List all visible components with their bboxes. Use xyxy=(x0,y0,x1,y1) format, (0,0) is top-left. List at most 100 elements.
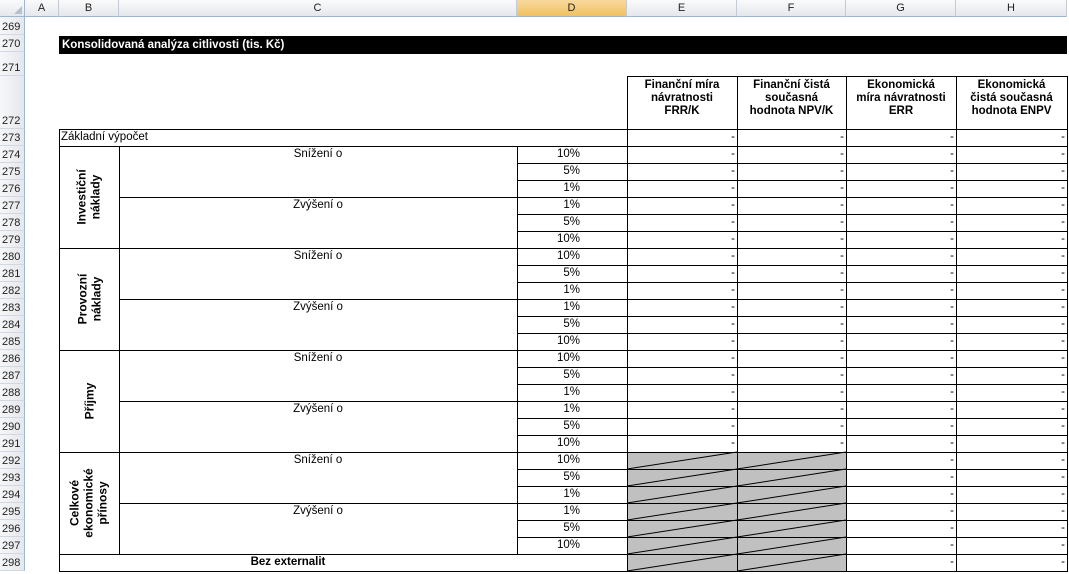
percent-cell[interactable]: 1% xyxy=(517,488,580,501)
percent-cell[interactable]: 10% xyxy=(517,437,580,450)
value-cell[interactable]: - xyxy=(956,403,1065,416)
value-cell[interactable]: - xyxy=(627,250,735,263)
value-cell[interactable]: - xyxy=(627,318,735,331)
value-cell[interactable]: - xyxy=(627,131,735,144)
value-cell[interactable]: - xyxy=(956,165,1065,178)
value-cell[interactable]: - xyxy=(846,352,954,365)
value-cell[interactable]: - xyxy=(846,284,954,297)
value-cell[interactable]: - xyxy=(737,216,844,229)
percent-cell[interactable]: 1% xyxy=(517,386,580,399)
value-cell[interactable]: - xyxy=(846,182,954,195)
percent-cell[interactable]: 5% xyxy=(517,267,580,280)
row-header-272[interactable]: 272 xyxy=(0,76,25,129)
value-cell[interactable]: - xyxy=(737,386,844,399)
value-cell[interactable]: - xyxy=(737,318,844,331)
value-cell[interactable]: - xyxy=(956,148,1065,161)
percent-cell[interactable]: 10% xyxy=(517,352,580,365)
row-header-296[interactable]: 296 xyxy=(0,520,25,537)
row-header-284[interactable]: 284 xyxy=(0,316,25,333)
percent-cell[interactable]: 5% xyxy=(517,420,580,433)
value-cell[interactable]: - xyxy=(737,233,844,246)
row-header-271[interactable]: 271 xyxy=(0,52,25,76)
percent-cell[interactable]: 10% xyxy=(517,148,580,161)
value-cell[interactable]: - xyxy=(627,369,735,382)
percent-cell[interactable]: 1% xyxy=(517,403,580,416)
column-header-g[interactable]: G xyxy=(846,0,956,17)
value-cell[interactable]: - xyxy=(846,369,954,382)
row-header-290[interactable]: 290 xyxy=(0,418,25,435)
value-cell[interactable]: - xyxy=(846,148,954,161)
value-cell[interactable]: - xyxy=(737,301,844,314)
row-header-298[interactable]: 298 xyxy=(0,554,25,571)
percent-cell[interactable]: 10% xyxy=(517,250,580,263)
value-cell[interactable]: - xyxy=(737,182,844,195)
value-cell[interactable]: - xyxy=(956,284,1065,297)
value-cell[interactable]: - xyxy=(956,539,1065,552)
row-header-292[interactable]: 292 xyxy=(0,452,25,469)
value-cell[interactable]: - xyxy=(846,420,954,433)
row-header-291[interactable]: 291 xyxy=(0,435,25,452)
percent-cell[interactable]: 5% xyxy=(517,216,580,229)
value-cell[interactable]: - xyxy=(737,437,844,450)
value-cell[interactable]: - xyxy=(846,488,954,501)
value-cell[interactable]: - xyxy=(846,522,954,535)
row-header-277[interactable]: 277 xyxy=(0,197,25,214)
percent-cell[interactable]: 1% xyxy=(517,284,580,297)
column-header-e[interactable]: E xyxy=(627,0,737,17)
row-header-273[interactable]: 273 xyxy=(0,129,25,146)
column-header-c[interactable]: C xyxy=(119,0,517,17)
percent-cell[interactable]: 5% xyxy=(517,369,580,382)
percent-cell[interactable]: 5% xyxy=(517,471,580,484)
value-cell[interactable]: - xyxy=(737,352,844,365)
value-cell[interactable]: - xyxy=(737,250,844,263)
percent-cell[interactable]: 1% xyxy=(517,182,580,195)
value-cell[interactable]: - xyxy=(627,233,735,246)
value-cell[interactable]: - xyxy=(956,352,1065,365)
percent-cell[interactable]: 10% xyxy=(517,454,580,467)
value-cell[interactable]: - xyxy=(737,403,844,416)
row-header-283[interactable]: 283 xyxy=(0,299,25,316)
row-header-276[interactable]: 276 xyxy=(0,180,25,197)
value-cell[interactable]: - xyxy=(956,267,1065,280)
value-cell[interactable]: - xyxy=(627,301,735,314)
value-cell[interactable]: - xyxy=(846,165,954,178)
value-cell[interactable]: - xyxy=(737,199,844,212)
row-header-297[interactable]: 297 xyxy=(0,537,25,554)
value-cell[interactable]: - xyxy=(737,165,844,178)
value-cell[interactable]: - xyxy=(956,471,1065,484)
value-cell[interactable]: - xyxy=(956,556,1065,569)
value-cell[interactable]: - xyxy=(737,284,844,297)
value-cell[interactable]: - xyxy=(627,165,735,178)
percent-cell[interactable]: 10% xyxy=(517,233,580,246)
value-cell[interactable]: - xyxy=(956,488,1065,501)
value-cell[interactable]: - xyxy=(627,199,735,212)
value-cell[interactable]: - xyxy=(737,369,844,382)
value-cell[interactable]: - xyxy=(846,216,954,229)
value-cell[interactable]: - xyxy=(956,386,1065,399)
value-cell[interactable]: - xyxy=(846,454,954,467)
value-cell[interactable]: - xyxy=(956,437,1065,450)
row-header-280[interactable]: 280 xyxy=(0,248,25,265)
row-header-269[interactable]: 269 xyxy=(0,17,25,35)
value-cell[interactable]: - xyxy=(627,148,735,161)
value-cell[interactable]: - xyxy=(846,505,954,518)
value-cell[interactable]: - xyxy=(956,420,1065,433)
value-cell[interactable]: - xyxy=(627,386,735,399)
value-cell[interactable]: - xyxy=(846,318,954,331)
value-cell[interactable]: - xyxy=(846,335,954,348)
row-header-287[interactable]: 287 xyxy=(0,367,25,384)
value-cell[interactable]: - xyxy=(846,403,954,416)
value-cell[interactable]: - xyxy=(956,250,1065,263)
value-cell[interactable]: - xyxy=(956,335,1065,348)
select-all-corner[interactable] xyxy=(0,0,25,17)
value-cell[interactable]: - xyxy=(846,199,954,212)
row-header-294[interactable]: 294 xyxy=(0,486,25,503)
percent-cell[interactable]: 5% xyxy=(517,318,580,331)
value-cell[interactable]: - xyxy=(956,233,1065,246)
row-header-281[interactable]: 281 xyxy=(0,265,25,282)
percent-cell[interactable]: 1% xyxy=(517,301,580,314)
value-cell[interactable]: - xyxy=(627,437,735,450)
percent-cell[interactable]: 1% xyxy=(517,199,580,212)
row-header-278[interactable]: 278 xyxy=(0,214,25,231)
row-header-279[interactable]: 279 xyxy=(0,231,25,248)
